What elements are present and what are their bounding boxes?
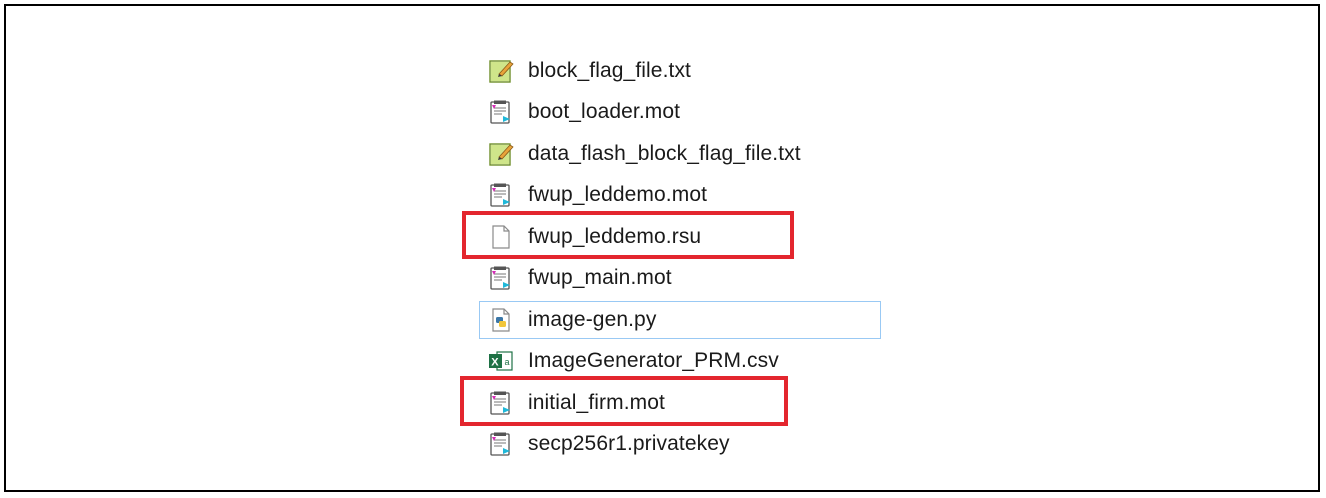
excel-csv-file-icon: a X	[488, 348, 514, 374]
file-item-data-flash-block-flag-file[interactable]: data_flash_block_flag_file.txt	[476, 133, 881, 175]
mot-file-icon	[488, 182, 514, 208]
blank-file-icon	[488, 224, 514, 250]
file-name: fwup_leddemo.rsu	[528, 224, 702, 248]
svg-text:a: a	[505, 357, 510, 367]
file-name: initial_firm.mot	[528, 390, 665, 414]
svg-text:X: X	[491, 357, 499, 369]
file-name: secp256r1.privatekey	[528, 432, 730, 456]
file-item-boot-loader[interactable]: boot_loader.mot	[476, 92, 881, 134]
text-file-icon	[488, 58, 514, 84]
python-file-icon	[488, 307, 514, 333]
mot-file-icon	[488, 390, 514, 416]
text-file-icon	[488, 141, 514, 167]
file-list: block_flag_file.txt boot_loader.mot data…	[476, 50, 881, 465]
mot-file-icon	[488, 431, 514, 457]
file-name: fwup_main.mot	[528, 266, 672, 290]
file-name: image-gen.py	[528, 307, 657, 331]
file-item-initial-firm[interactable]: initial_firm.mot	[476, 382, 881, 424]
file-name: fwup_leddemo.mot	[528, 183, 708, 207]
file-name: block_flag_file.txt	[528, 58, 691, 82]
file-name: data_flash_block_flag_file.txt	[528, 141, 801, 165]
file-item-imagegenerator-prm[interactable]: a X ImageGenerator_PRM.csv	[476, 341, 881, 383]
file-item-secp256r1-privatekey[interactable]: secp256r1.privatekey	[476, 424, 881, 466]
file-item-block-flag-file[interactable]: block_flag_file.txt	[476, 50, 881, 92]
file-item-fwup-main[interactable]: fwup_main.mot	[476, 258, 881, 300]
mot-file-icon	[488, 99, 514, 125]
file-item-fwup-leddemo-rsu[interactable]: fwup_leddemo.rsu	[476, 216, 881, 258]
screenshot-frame: block_flag_file.txt boot_loader.mot data…	[4, 4, 1320, 492]
file-item-image-gen[interactable]: image-gen.py	[476, 299, 881, 341]
mot-file-icon	[488, 265, 514, 291]
file-name: boot_loader.mot	[528, 100, 681, 124]
file-name: ImageGenerator_PRM.csv	[528, 349, 779, 373]
file-item-fwup-leddemo-mot[interactable]: fwup_leddemo.mot	[476, 175, 881, 217]
